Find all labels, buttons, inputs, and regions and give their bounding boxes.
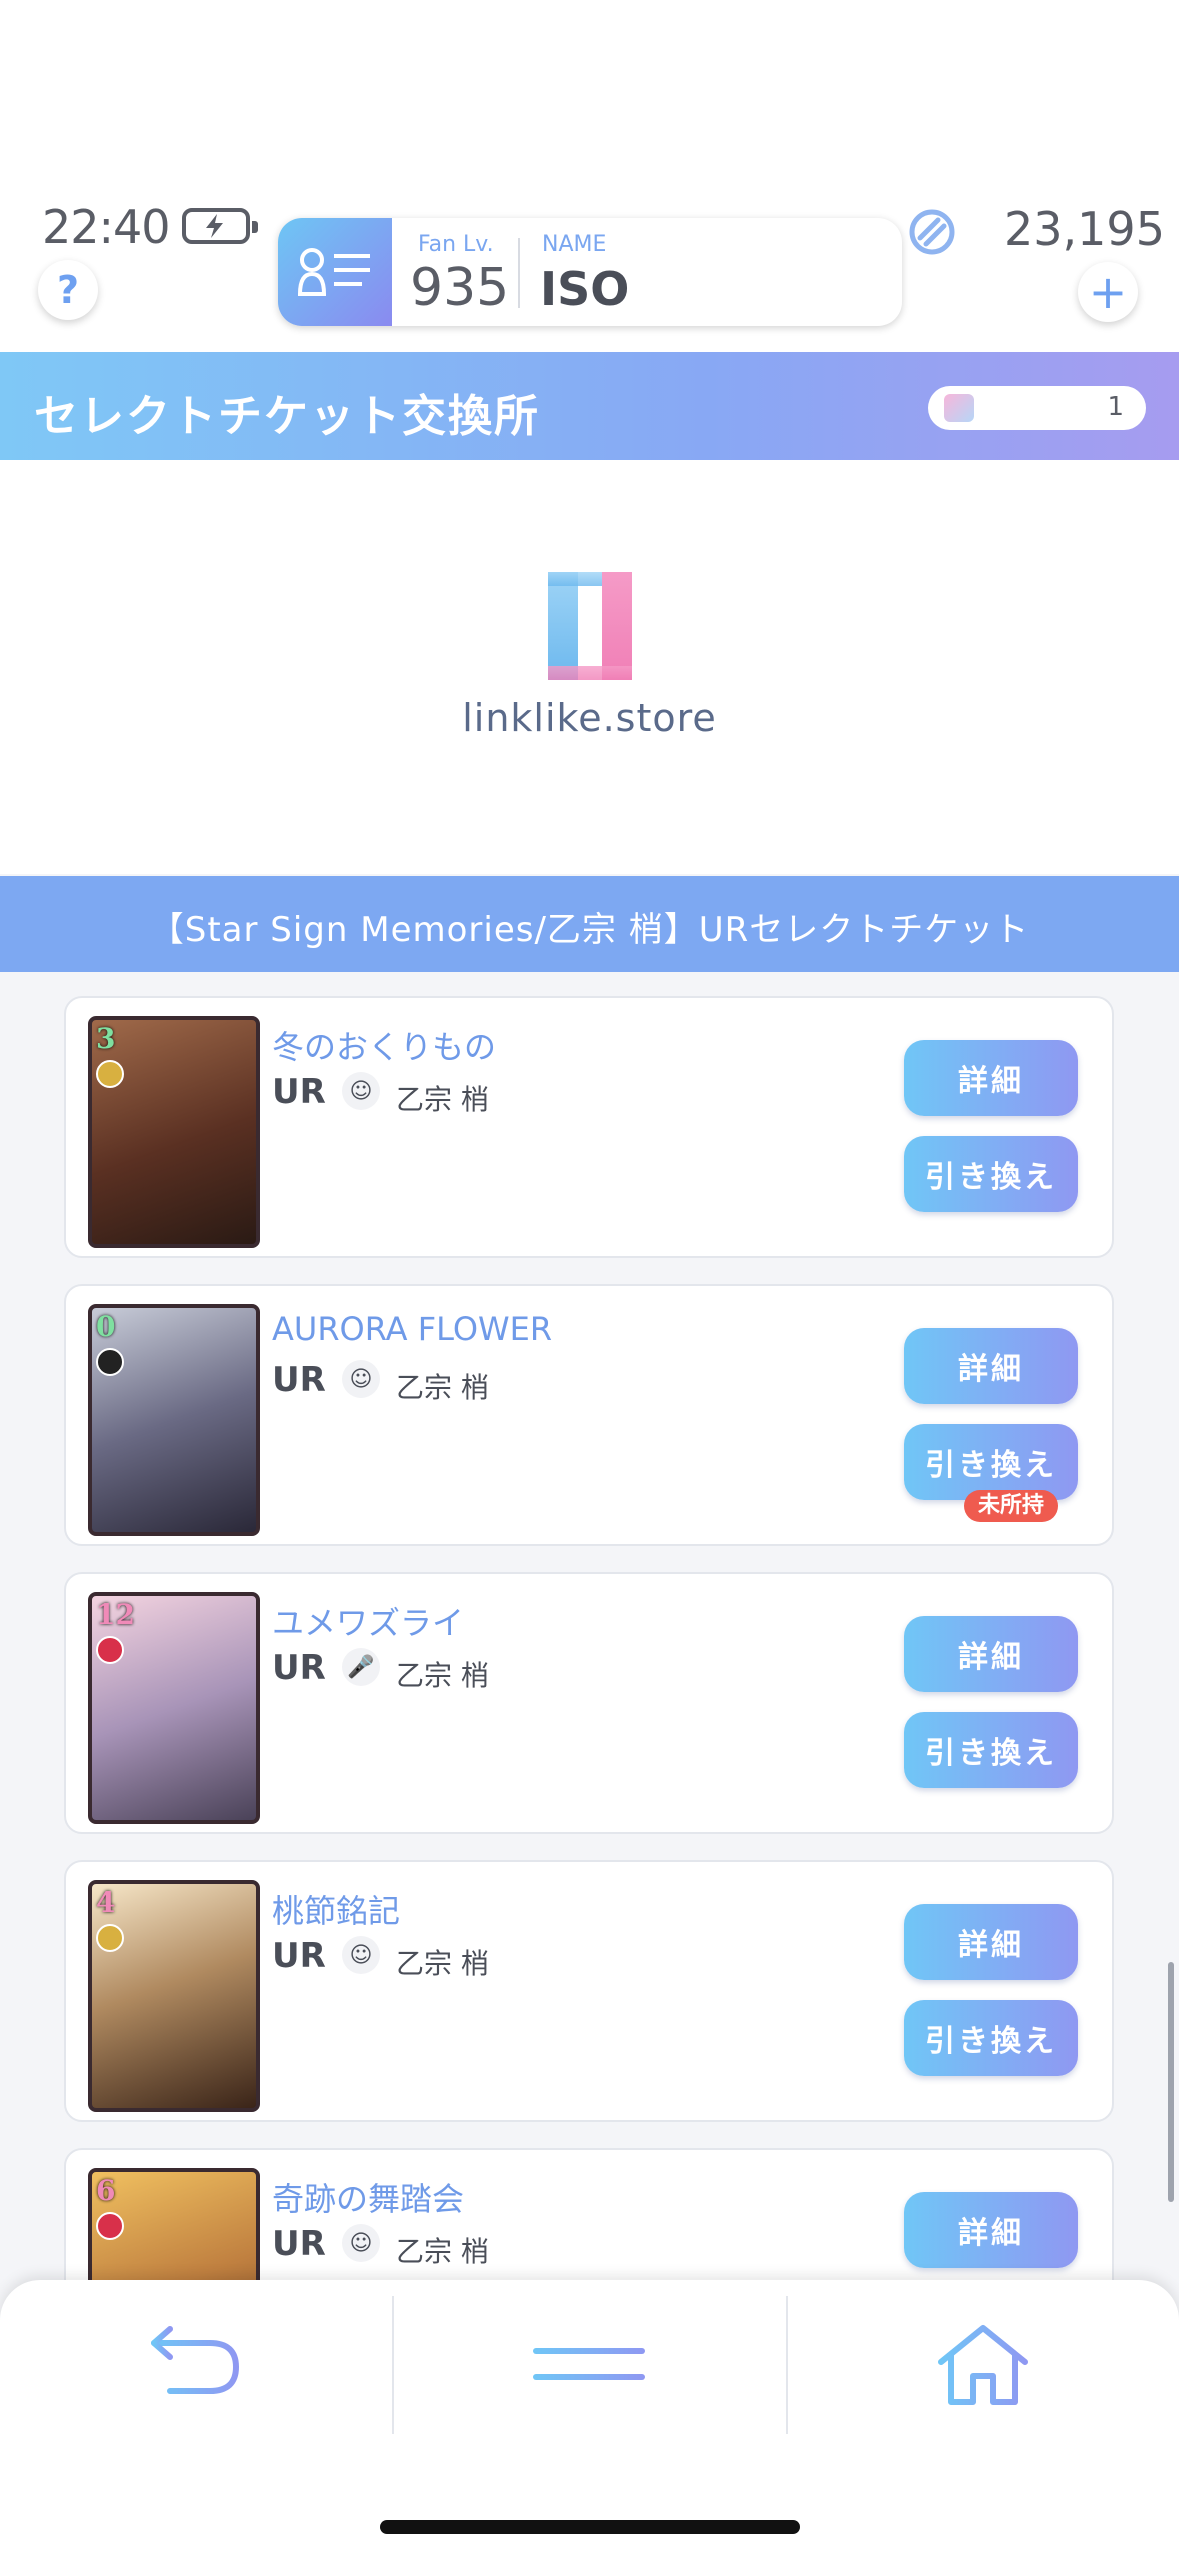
exchange-button[interactable]: 引き換え xyxy=(904,2000,1078,2076)
bottom-navigation xyxy=(0,2280,1179,2556)
top-status-area: 22:40 ? Fan Lv. 935 NAME ISO 23,195 + xyxy=(0,0,1179,352)
character-face-icon: ☺ xyxy=(342,1936,380,1974)
card-member: 乙宗 梢 xyxy=(396,1659,489,1692)
ticket-title-bar: 【Star Sign Memories/乙宗 梢】URセレクトチケット xyxy=(0,876,1179,972)
fan-level-label: Fan Lv. xyxy=(418,232,494,257)
card-thumbnail[interactable]: 0 xyxy=(88,1304,260,1536)
character-face-icon: ☺ xyxy=(342,2224,380,2262)
home-icon[interactable] xyxy=(788,2296,1178,2434)
attribute-badge-icon xyxy=(96,1924,124,1952)
card-name: 奇跡の舞踏会 xyxy=(272,2180,465,2218)
page-title: セレクトチケット交換所 xyxy=(34,391,540,442)
microphone-icon: 🎤 xyxy=(342,1648,380,1686)
name-label: NAME xyxy=(542,232,607,257)
detail-button[interactable]: 詳細 xyxy=(904,2192,1078,2268)
card-name: 冬のおくりもの xyxy=(272,1028,497,1066)
card-member: 乙宗 梢 xyxy=(396,1371,489,1404)
scrollbar[interactable] xyxy=(1168,1962,1174,2202)
detail-button[interactable]: 詳細 xyxy=(904,1328,1078,1404)
card-item: 4 桃節銘記 UR ☺ 乙宗 梢 詳細 引き換え xyxy=(64,1860,1114,2122)
attribute-badge-icon xyxy=(96,1636,124,1664)
card-thumbnail[interactable]: 4 xyxy=(88,1880,260,2112)
attribute-badge-icon xyxy=(96,1060,124,1088)
card-rarity: UR xyxy=(272,1936,326,1976)
attribute-badge-icon xyxy=(96,2212,124,2240)
card-item: 3 冬のおくりもの UR ☺ 乙宗 梢 詳細 引き換え xyxy=(64,996,1114,1258)
profile-icon xyxy=(278,218,392,326)
card-thumbnail[interactable]: 12 xyxy=(88,1592,260,1824)
store-logo-area: linklike.store xyxy=(0,460,1179,874)
card-member: 乙宗 梢 xyxy=(396,2235,489,2268)
ticket-icon xyxy=(944,394,974,422)
exchange-button[interactable]: 引き換え xyxy=(904,1136,1078,1212)
ticket-count: 1 xyxy=(1107,392,1124,422)
clock: 22:40 xyxy=(42,200,171,254)
card-name: ユメワズライ xyxy=(272,1604,465,1642)
player-name: ISO xyxy=(540,262,630,316)
not-owned-badge: 未所持 xyxy=(964,1490,1059,1522)
help-icon[interactable]: ? xyxy=(38,260,98,320)
plus-icon[interactable]: + xyxy=(1078,262,1138,322)
card-cost: 12 xyxy=(96,1598,135,1631)
linklike-logo-icon xyxy=(548,572,632,684)
detail-button[interactable]: 詳細 xyxy=(904,1904,1078,1980)
card-cost: 4 xyxy=(96,1886,116,1919)
card-rarity: UR xyxy=(272,2224,326,2264)
store-logo-text: linklike.store xyxy=(462,696,717,740)
card-member: 乙宗 梢 xyxy=(396,1947,489,1980)
card-thumbnail[interactable]: 3 xyxy=(88,1016,260,1248)
exchange-button[interactable]: 引き換え xyxy=(904,1424,1078,1500)
detail-button[interactable]: 詳細 xyxy=(904,1040,1078,1116)
exchange-header: セレクトチケット交換所 1 xyxy=(0,352,1179,460)
character-face-icon: ☺ xyxy=(342,1360,380,1398)
profile-card[interactable]: Fan Lv. 935 NAME ISO xyxy=(278,218,902,326)
card-item: 0 AURORA FLOWER UR ☺ 乙宗 梢 詳細 引き換え 未所持 xyxy=(64,1284,1114,1546)
card-rarity: UR xyxy=(272,1360,326,1400)
card-cost: 3 xyxy=(96,1022,116,1055)
profile-divider xyxy=(518,238,520,308)
ticket-title: 【Star Sign Memories/乙宗 梢】URセレクトチケット xyxy=(149,910,1030,950)
currency-icon xyxy=(908,208,956,260)
card-name: AURORA FLOWER xyxy=(272,1310,553,1348)
card-cost: 6 xyxy=(96,2174,116,2207)
detail-button[interactable]: 詳細 xyxy=(904,1616,1078,1692)
home-indicator[interactable] xyxy=(380,2520,800,2534)
card-name: 桃節銘記 xyxy=(272,1892,401,1930)
card-rarity: UR xyxy=(272,1072,326,1112)
currency-amount: 23,195 xyxy=(1004,202,1165,256)
battery-charging-icon xyxy=(182,208,258,244)
card-rarity: UR xyxy=(272,1648,326,1688)
exchange-button[interactable]: 引き換え xyxy=(904,1712,1078,1788)
back-arrow-icon[interactable] xyxy=(0,2296,390,2434)
card-item: 12 ユメワズライ UR 🎤 乙宗 梢 詳細 引き換え xyxy=(64,1572,1114,1834)
card-member: 乙宗 梢 xyxy=(396,1083,489,1116)
menu-icon[interactable] xyxy=(394,2296,784,2434)
card-cost: 0 xyxy=(96,1310,116,1343)
character-face-icon: ☺ xyxy=(342,1072,380,1110)
fan-level-value: 935 xyxy=(410,258,510,318)
ticket-count-pill: 1 xyxy=(928,386,1146,430)
attribute-badge-icon xyxy=(96,1348,124,1376)
